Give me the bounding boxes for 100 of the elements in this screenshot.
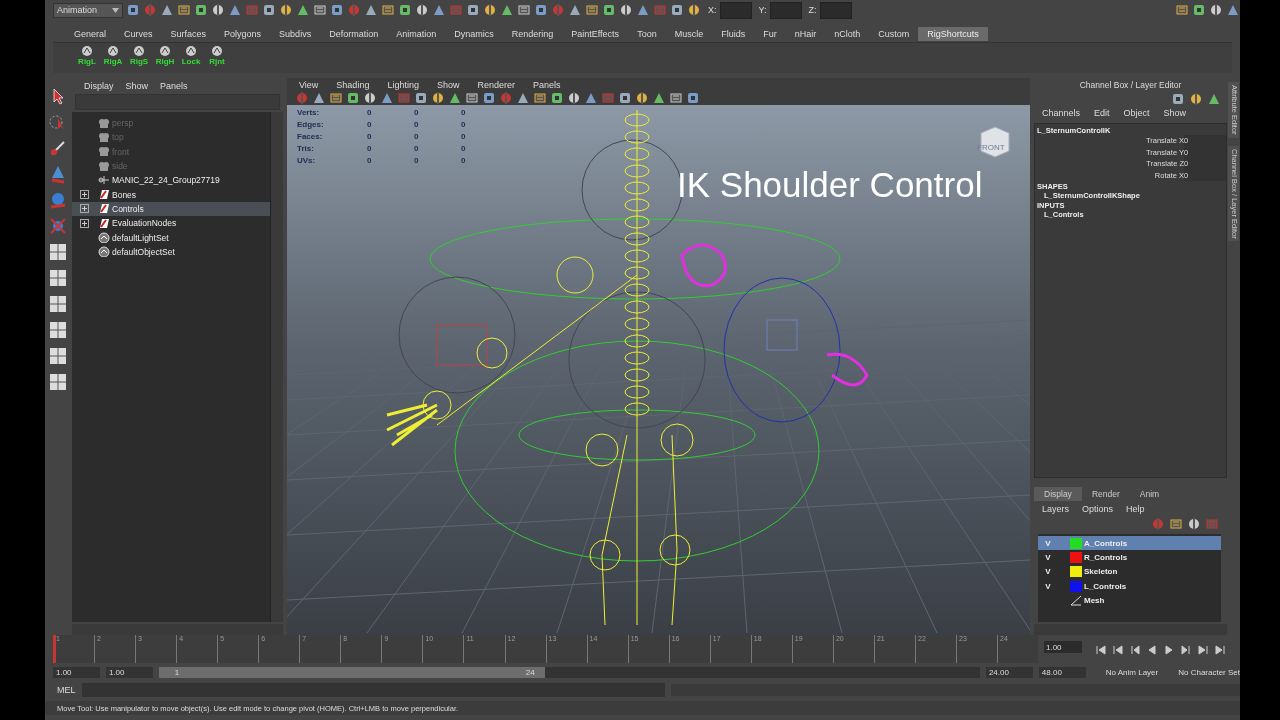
layout-icon[interactable] (48, 242, 68, 262)
shelf-button[interactable]: RigH (155, 45, 175, 66)
color-swatch[interactable] (1070, 537, 1082, 549)
tool-icon[interactable] (635, 91, 649, 105)
tool-icon[interactable] (415, 3, 429, 17)
layout-icon[interactable] (48, 320, 68, 340)
shelf-tab[interactable]: nHair (785, 26, 826, 41)
shelf-tab[interactable]: Curves (115, 26, 162, 41)
menu-item[interactable]: Show (436, 79, 460, 90)
range-start-field[interactable]: 1.00 (105, 666, 153, 678)
outliner-item[interactable]: Controls (72, 201, 270, 217)
scrollbar[interactable] (72, 624, 283, 635)
coordinate-field[interactable] (719, 1, 752, 19)
skip-start-icon[interactable] (1096, 645, 1106, 655)
outliner-item[interactable]: Bones (72, 187, 270, 202)
tool-icon[interactable] (534, 3, 548, 17)
tool-icon[interactable] (550, 91, 564, 105)
current-time-field[interactable]: 1.00 (1044, 641, 1082, 653)
shelf-button[interactable]: RigL (77, 45, 97, 66)
tool-icon[interactable] (1187, 517, 1201, 532)
shelf-tab[interactable]: Dynamics (445, 26, 503, 41)
tool-icon[interactable] (465, 91, 479, 105)
menu-item[interactable]: Panels (532, 79, 561, 90)
tool-icon[interactable] (1209, 3, 1223, 17)
visibility-toggle[interactable]: V (1040, 581, 1056, 591)
shelf-button[interactable]: RigA (103, 45, 123, 66)
layout-icon[interactable] (48, 268, 68, 288)
layer-tab[interactable]: Anim (1129, 487, 1170, 502)
menu-item[interactable]: Renderer (477, 79, 515, 90)
tool-icon[interactable] (618, 91, 632, 105)
tool-icon[interactable] (483, 3, 497, 17)
menu-item[interactable]: Object (1123, 108, 1150, 119)
character-set-dropdown[interactable]: No Character Set (1178, 667, 1240, 677)
tool-icon[interactable] (500, 3, 514, 17)
color-swatch[interactable] (1070, 552, 1082, 564)
key-back-icon[interactable] (1130, 645, 1140, 655)
menu-item[interactable]: View (299, 79, 319, 90)
menu-item[interactable]: Lighting (387, 79, 419, 90)
layout-icon[interactable] (48, 294, 68, 314)
layout-icon[interactable] (48, 372, 68, 392)
layer-row[interactable]: V R_Controls (1038, 550, 1221, 565)
shelf-tab[interactable]: Surfaces (161, 26, 216, 41)
play-icon[interactable] (1164, 645, 1174, 655)
tool-icon[interactable] (126, 3, 140, 17)
sphere-icon[interactable] (48, 190, 68, 210)
menu-item[interactable]: Show (125, 80, 149, 91)
tool-icon[interactable] (567, 91, 581, 105)
range-track[interactable]: 1 24 (158, 666, 980, 678)
tool-icon[interactable] (1226, 3, 1240, 17)
key-forward-icon[interactable] (1181, 645, 1191, 655)
menu-item[interactable]: Channels (1042, 108, 1081, 119)
tool-icon[interactable] (686, 91, 700, 105)
visibility-toggle[interactable]: V (1040, 538, 1056, 548)
tool-icon[interactable] (1192, 3, 1206, 17)
shelf-tab[interactable]: Custom (869, 26, 919, 41)
tool-icon[interactable] (313, 3, 327, 17)
tool-icon[interactable] (568, 3, 582, 17)
tool-icon[interactable] (482, 91, 496, 105)
menu-item[interactable]: Options (1082, 503, 1114, 514)
range-slider[interactable]: 1 24 (158, 666, 545, 678)
tool-icon[interactable] (329, 91, 343, 105)
menu-item[interactable]: Edit (1094, 108, 1110, 119)
play-back-icon[interactable] (1147, 645, 1157, 655)
tool-icon[interactable] (228, 3, 242, 17)
tool-icon[interactable] (670, 3, 684, 17)
layer-tab[interactable]: Display (1034, 487, 1082, 502)
tool-icon[interactable] (1171, 91, 1185, 106)
menu-item[interactable]: Shading (336, 79, 370, 90)
scrollbar[interactable] (270, 112, 283, 622)
tool-icon[interactable] (687, 3, 701, 17)
tool-icon[interactable] (364, 3, 378, 17)
menu-item[interactable]: Display (84, 80, 114, 91)
tool-icon[interactable] (466, 3, 480, 17)
paint-icon[interactable] (48, 138, 68, 158)
command-language-label[interactable]: MEL (57, 685, 76, 695)
expand-icon[interactable] (80, 190, 89, 200)
shelf-tab[interactable]: nCloth (825, 26, 870, 41)
tool-icon[interactable] (431, 91, 445, 105)
coordinate-field[interactable] (819, 1, 852, 19)
shelf-tab[interactable]: Deformation (320, 26, 388, 41)
layer-row[interactable]: V Skeleton (1038, 564, 1221, 580)
tool-icon[interactable] (296, 3, 310, 17)
shelf-tab[interactable]: Toon (628, 26, 666, 41)
shelf-tab[interactable]: PaintEffects (562, 26, 629, 41)
outliner-item[interactable]: defaultObjectSet (72, 244, 270, 259)
shelf-tab[interactable]: Polygons (215, 26, 271, 41)
shelf-tab[interactable]: General (65, 26, 116, 41)
visibility-toggle[interactable]: V (1040, 553, 1056, 563)
range-end-field[interactable]: 24.00 (985, 666, 1033, 678)
menu-item[interactable]: Help (1126, 503, 1145, 514)
tool-icon[interactable] (262, 3, 276, 17)
tool-icon[interactable] (432, 3, 446, 17)
outliner-item[interactable]: defaultLightSet (72, 230, 270, 245)
tool-icon[interactable] (1189, 91, 1203, 106)
menu-item[interactable]: Layers (1042, 503, 1069, 514)
shelf-button[interactable]: Lock (181, 45, 201, 66)
visibility-toggle[interactable]: V (1040, 567, 1056, 577)
tool-icon[interactable] (517, 3, 531, 17)
tool-icon[interactable] (636, 3, 650, 17)
tool-icon[interactable] (602, 3, 616, 17)
